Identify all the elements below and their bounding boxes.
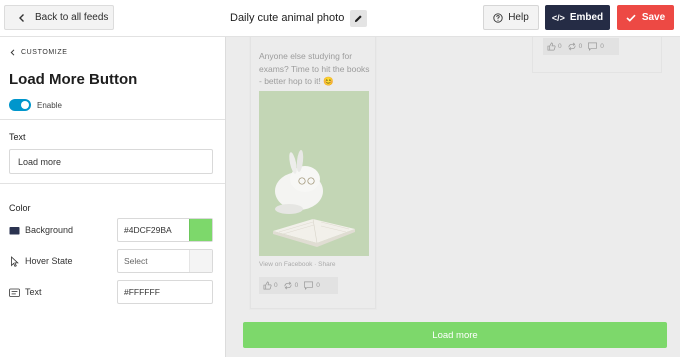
edit-title-button[interactable] bbox=[350, 9, 368, 27]
share-icon bbox=[568, 42, 576, 51]
toggle-knob bbox=[21, 101, 29, 109]
feed-title: Daily cute animal photo bbox=[230, 12, 345, 24]
share-count: 0 bbox=[283, 281, 299, 290]
comment-count: 0 bbox=[303, 281, 320, 290]
save-label: Save bbox=[641, 12, 666, 23]
button-text-input[interactable]: Load more bbox=[9, 149, 213, 174]
color-heading: Color bbox=[9, 203, 31, 213]
text-color-label-text: Text bbox=[25, 287, 42, 297]
background-color-row: Background #4DCF29BA bbox=[9, 218, 213, 242]
help-circle-icon bbox=[493, 12, 503, 23]
post-card: Anyone else studying for exams? Time to … bbox=[250, 37, 376, 309]
like-count-value: 0 bbox=[274, 282, 278, 289]
divider bbox=[0, 183, 225, 184]
reaction-counts: 0 0 0 bbox=[259, 277, 338, 294]
like-count-value: 0 bbox=[558, 43, 562, 50]
hover-state-field[interactable]: Select bbox=[117, 249, 213, 273]
top-bar: Back to all feeds Daily cute animal phot… bbox=[0, 0, 680, 37]
breadcrumb-label: CUSTOMIZE bbox=[21, 49, 68, 56]
share-icon bbox=[284, 281, 292, 290]
text-color-label: Text bbox=[9, 280, 42, 304]
code-icon: </> bbox=[551, 12, 565, 23]
text-icon bbox=[9, 287, 20, 298]
feed-title-group: Daily cute animal photo bbox=[230, 8, 368, 28]
load-more-button[interactable]: Load more bbox=[243, 322, 667, 348]
hover-state-row: Hover State Select bbox=[9, 249, 213, 273]
text-color-field[interactable]: #FFFFFF bbox=[117, 280, 213, 304]
thumbs-up-icon bbox=[547, 42, 556, 51]
reaction-counts: 0 0 0 bbox=[543, 38, 619, 55]
load-more-label: Load more bbox=[432, 329, 478, 341]
comment-icon bbox=[304, 281, 314, 290]
background-label-text: Background bbox=[25, 225, 74, 235]
customize-sidebar: CUSTOMIZE Load More Button Enable Text L… bbox=[0, 37, 226, 357]
bunny-photo-image bbox=[259, 91, 369, 256]
back-to-feeds-button[interactable]: Back to all feeds bbox=[4, 5, 114, 30]
post-text: Anyone else studying for exams? Time to … bbox=[259, 51, 370, 86]
text-color-value: #FFFFFF bbox=[124, 287, 160, 297]
post-links: View on Facebook · Share bbox=[259, 261, 336, 268]
share-count-value: 0 bbox=[294, 282, 299, 289]
enable-label: Enable bbox=[37, 100, 62, 110]
help-button[interactable]: Help bbox=[483, 5, 539, 30]
background-color-label: Background bbox=[9, 218, 73, 242]
chevron-left-icon bbox=[10, 49, 15, 56]
share-count: 0 bbox=[567, 42, 583, 51]
back-label: Back to all feeds bbox=[35, 12, 109, 23]
enable-toggle-row: Enable bbox=[9, 99, 62, 111]
hover-state-placeholder: Select bbox=[124, 256, 148, 266]
comment-count-value: 0 bbox=[316, 282, 320, 289]
post-card: 0 0 0 bbox=[532, 37, 662, 73]
background-swatch-icon bbox=[9, 225, 20, 236]
embed-button[interactable]: </> Embed bbox=[545, 5, 610, 30]
link-separator: · bbox=[314, 261, 317, 268]
save-button[interactable]: Save bbox=[617, 5, 674, 30]
feed-preview: Anyone else studying for exams? Time to … bbox=[226, 37, 680, 357]
pencil-icon bbox=[355, 14, 362, 22]
help-label: Help bbox=[508, 12, 529, 23]
hover-state-label: Hover State bbox=[9, 249, 73, 273]
divider bbox=[0, 119, 225, 120]
view-on-facebook-link[interactable]: View on Facebook bbox=[259, 261, 312, 268]
text-color-row: Text #FFFFFF bbox=[9, 280, 213, 304]
thumbs-up-icon bbox=[263, 281, 272, 290]
like-count: 0 bbox=[547, 42, 562, 51]
comment-count-value: 0 bbox=[600, 43, 604, 50]
cursor-icon bbox=[9, 255, 20, 267]
like-count: 0 bbox=[263, 281, 278, 290]
post-photo[interactable] bbox=[259, 91, 369, 256]
enable-toggle[interactable] bbox=[9, 99, 31, 111]
hover-state-swatch[interactable] bbox=[189, 250, 212, 272]
background-color-field[interactable]: #4DCF29BA bbox=[117, 218, 213, 242]
text-heading: Text bbox=[9, 132, 26, 142]
breadcrumb-customize[interactable]: CUSTOMIZE bbox=[10, 49, 68, 56]
comment-count: 0 bbox=[587, 42, 604, 51]
checkmark-icon bbox=[626, 14, 636, 22]
embed-label: Embed bbox=[569, 12, 604, 23]
comment-icon bbox=[588, 42, 598, 51]
share-link[interactable]: Share bbox=[318, 261, 335, 268]
section-title: Load More Button bbox=[9, 71, 138, 88]
background-color-swatch[interactable] bbox=[189, 219, 212, 241]
hover-label-text: Hover State bbox=[25, 256, 73, 266]
chevron-left-icon bbox=[19, 13, 24, 22]
background-color-value: #4DCF29BA bbox=[124, 225, 172, 235]
share-count-value: 0 bbox=[578, 43, 583, 50]
button-text-value: Load more bbox=[18, 156, 62, 167]
